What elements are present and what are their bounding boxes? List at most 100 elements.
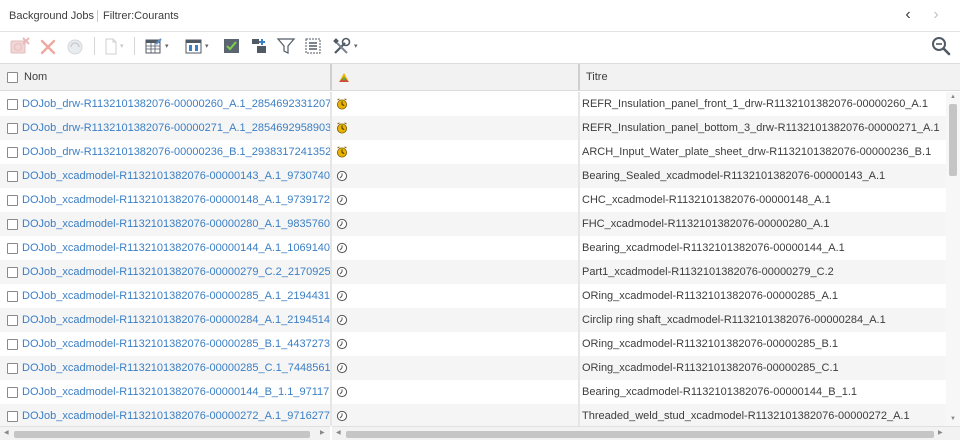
table-row[interactable]: DOJob_xcadmodel-R1132101382076-00000285_… xyxy=(0,356,946,380)
row-checkbox[interactable] xyxy=(7,314,18,326)
table-row[interactable]: DOJob_xcadmodel-R1132101382076-00000144_… xyxy=(0,236,946,260)
cell-nom: DOJob_drw-R1132101382076-00000271_A.1_28… xyxy=(0,116,331,140)
table-header: Nom Titre xyxy=(0,63,960,91)
previous-page-button[interactable]: ‹ xyxy=(900,6,916,24)
scrollbar-thumb[interactable] xyxy=(14,431,310,438)
job-name-link[interactable]: DOJob_xcadmodel-R1132101382076-00000144_… xyxy=(22,386,329,398)
job-name-link[interactable]: DOJob_drw-R1132101382076-00000260_A.1_28… xyxy=(22,98,331,110)
row-checkbox[interactable] xyxy=(7,242,18,254)
horizontal-scrollbar-right[interactable]: ◀ ▶ xyxy=(332,426,960,440)
add-to-list-icon[interactable] xyxy=(249,35,269,57)
table-row[interactable]: DOJob_xcadmodel-R1132101382076-00000148_… xyxy=(0,188,946,212)
cell-titre: Threaded_weld_stud_xcadmodel-R1132101382… xyxy=(582,410,910,422)
job-name-link[interactable]: DOJob_xcadmodel-R1132101382076-00000279_… xyxy=(22,266,331,278)
cell-nom: DOJob_drw-R1132101382076-00000260_A.1_28… xyxy=(0,92,331,116)
cell-titre: ORing_xcadmodel-R1132101382076-00000285_… xyxy=(582,338,839,350)
column-header-titre[interactable]: Titre xyxy=(586,64,946,90)
row-checkbox[interactable] xyxy=(7,194,18,206)
table-row[interactable]: DOJob_drw-R1132101382076-00000271_A.1_28… xyxy=(0,116,946,140)
toolbar-divider xyxy=(134,37,135,55)
column-settings-icon[interactable]: ▾ xyxy=(184,35,209,57)
job-name-link[interactable]: DOJob_xcadmodel-R1132101382076-00000143_… xyxy=(22,170,331,182)
column-header-label: Nom xyxy=(24,71,48,83)
scroll-down-icon[interactable]: ▼ xyxy=(948,416,958,422)
scroll-up-icon[interactable]: ▲ xyxy=(948,94,958,100)
toolbar-divider xyxy=(94,37,95,55)
job-name-link[interactable]: DOJob_drw-R1132101382076-00000271_A.1_28… xyxy=(22,122,331,134)
row-checkbox[interactable] xyxy=(7,122,18,134)
table-row[interactable]: DOJob_drw-R1132101382076-00000236_B.1_29… xyxy=(0,140,946,164)
job-name-link[interactable]: DOJob_xcadmodel-R1132101382076-00000284_… xyxy=(22,314,331,326)
job-pending-icon xyxy=(336,242,348,254)
table-settings-icon[interactable]: ▾ xyxy=(144,35,169,57)
approve-icon[interactable] xyxy=(222,35,242,57)
column-header-nom[interactable]: Nom xyxy=(7,64,327,90)
table-row[interactable]: DOJob_drw-R1132101382076-00000260_A.1_28… xyxy=(0,92,946,116)
vertical-scrollbar[interactable]: ▲ ▼ xyxy=(946,92,960,426)
row-checkbox[interactable] xyxy=(7,362,18,374)
scroll-right-icon[interactable]: ▶ xyxy=(320,429,325,436)
job-name-link[interactable]: DOJob_xcadmodel-R1132101382076-00000280_… xyxy=(22,218,331,230)
cell-titre: REFR_Insulation_panel_bottom_3_drw-R1132… xyxy=(582,122,940,134)
tools-icon[interactable]: ▾ xyxy=(331,35,358,57)
job-name-link[interactable]: DOJob_drw-R1132101382076-00000236_B.1_29… xyxy=(22,146,331,158)
column-resize-handle[interactable] xyxy=(330,64,332,90)
cell-titre: ARCH_Input_Water_plate_sheet_drw-R113210… xyxy=(582,146,932,158)
row-checkbox[interactable] xyxy=(7,218,18,230)
cell-nom: DOJob_xcadmodel-R1132101382076-00000148_… xyxy=(0,188,331,212)
scrollbar-thumb[interactable] xyxy=(949,104,957,176)
table-row[interactable]: DOJob_xcadmodel-R1132101382076-00000284_… xyxy=(0,308,946,332)
remove-job-icon[interactable] xyxy=(9,35,31,57)
scroll-right-icon[interactable]: ▶ xyxy=(938,429,943,436)
cell-nom: DOJob_xcadmodel-R1132101382076-00000285_… xyxy=(0,332,331,356)
filter-label[interactable]: Filtrer:Courants xyxy=(103,10,179,22)
row-checkbox[interactable] xyxy=(7,146,18,158)
cell-status xyxy=(333,380,578,404)
horizontal-scrollbar-left[interactable]: ◀ ▶ xyxy=(0,426,330,440)
job-name-link[interactable]: DOJob_xcadmodel-R1132101382076-00000285_… xyxy=(22,338,331,350)
cell-status xyxy=(333,332,578,356)
grid-select-icon[interactable] xyxy=(303,35,323,57)
job-pending-icon xyxy=(336,194,348,206)
select-all-checkbox[interactable] xyxy=(7,71,18,83)
table-row[interactable]: DOJob_xcadmodel-R1132101382076-00000285_… xyxy=(0,332,946,356)
row-checkbox[interactable] xyxy=(7,266,18,278)
cell-titre: ORing_xcadmodel-R1132101382076-00000285_… xyxy=(582,290,839,302)
job-pending-icon xyxy=(336,386,348,398)
column-resize-handle[interactable] xyxy=(578,64,580,90)
chevron-down-icon: ▾ xyxy=(120,43,124,50)
job-pending-icon xyxy=(336,362,348,374)
column-header-status[interactable] xyxy=(337,64,577,90)
job-name-link[interactable]: DOJob_xcadmodel-R1132101382076-00000148_… xyxy=(22,194,331,206)
table-row[interactable]: DOJob_xcadmodel-R1132101382076-00000280_… xyxy=(0,212,946,236)
row-checkbox[interactable] xyxy=(7,290,18,302)
next-page-button[interactable]: › xyxy=(928,6,944,24)
delete-icon[interactable] xyxy=(39,35,57,57)
job-name-link[interactable]: DOJob_xcadmodel-R1132101382076-00000272_… xyxy=(22,410,331,422)
table-row[interactable]: DOJob_xcadmodel-R1132101382076-00000143_… xyxy=(0,164,946,188)
row-checkbox[interactable] xyxy=(7,338,18,350)
row-checkbox[interactable] xyxy=(7,410,18,422)
row-checkbox[interactable] xyxy=(7,98,18,110)
row-checkbox[interactable] xyxy=(7,170,18,182)
filter-icon[interactable] xyxy=(276,35,296,57)
cell-nom: DOJob_xcadmodel-R1132101382076-00000143_… xyxy=(0,164,331,188)
status-column-icon xyxy=(339,73,349,82)
table-row[interactable]: DOJob_xcadmodel-R1132101382076-00000279_… xyxy=(0,260,946,284)
new-document-icon[interactable]: ▾ xyxy=(103,35,124,57)
table-row[interactable]: DOJob_xcadmodel-R1132101382076-00000285_… xyxy=(0,284,946,308)
scrollbar-thumb[interactable] xyxy=(346,431,934,438)
row-checkbox[interactable] xyxy=(7,386,18,398)
table-row[interactable]: DOJob_xcadmodel-R1132101382076-00000272_… xyxy=(0,404,946,426)
job-name-link[interactable]: DOJob_xcadmodel-R1132101382076-00000144_… xyxy=(22,242,331,254)
table-row[interactable]: DOJob_xcadmodel-R1132101382076-00000144_… xyxy=(0,380,946,404)
cell-status xyxy=(333,188,578,212)
job-name-link[interactable]: DOJob_xcadmodel-R1132101382076-00000285_… xyxy=(22,362,331,374)
scroll-left-icon[interactable]: ◀ xyxy=(4,429,9,436)
zoom-icon[interactable] xyxy=(931,35,951,57)
scroll-left-icon[interactable]: ◀ xyxy=(336,429,341,436)
column-divider xyxy=(330,92,332,426)
refresh-icon[interactable] xyxy=(64,35,86,57)
job-name-link[interactable]: DOJob_xcadmodel-R1132101382076-00000285_… xyxy=(22,290,331,302)
cell-status xyxy=(333,164,578,188)
